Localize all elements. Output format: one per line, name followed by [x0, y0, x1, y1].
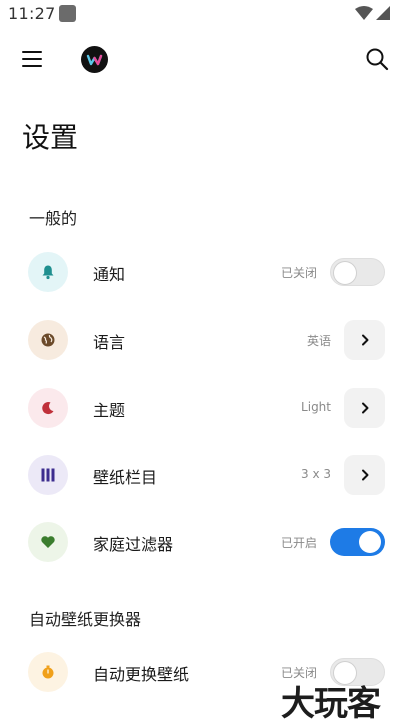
setting-row-language[interactable]: 语言 英语 [0, 312, 405, 368]
menu-button[interactable] [20, 48, 44, 70]
theme-value: Light [301, 400, 331, 414]
search-icon [366, 48, 389, 71]
watermark-logo: 大玩客 [281, 684, 381, 720]
notification-app-icon [59, 5, 76, 22]
auto-change-label: 自动更换壁纸 [93, 665, 190, 684]
moon-icon [28, 388, 68, 428]
chevron-right-icon [361, 334, 368, 346]
globe-icon [28, 320, 68, 360]
theme-label: 主题 [93, 401, 126, 420]
status-bar: 11:27 [0, 0, 405, 28]
columns-icon [28, 455, 68, 495]
setting-row-notifications[interactable]: 通知 已关闭 [0, 244, 405, 300]
signal-icon [376, 6, 390, 20]
setting-row-wallpaper-columns[interactable]: 壁纸栏目 3 x 3 [0, 447, 405, 503]
wallpaper-columns-chevron-button[interactable] [344, 455, 385, 495]
wifi-icon [355, 6, 373, 20]
wallpaper-columns-label: 壁纸栏目 [93, 468, 158, 487]
wallpaper-columns-value: 3 x 3 [301, 467, 331, 481]
section-title-wallpaper-changer: 自动壁纸更换器 [29, 610, 142, 629]
setting-row-theme[interactable]: 主题 Light [0, 380, 405, 436]
family-filter-status: 已开启 [280, 536, 317, 550]
notifications-label: 通知 [93, 265, 126, 284]
family-filter-label: 家庭过滤器 [93, 535, 174, 554]
language-label: 语言 [93, 333, 126, 352]
language-value: 英语 [306, 334, 331, 348]
status-time: 11:27 [8, 4, 56, 23]
bell-icon [28, 252, 68, 292]
section-title-general: 一般的 [29, 209, 78, 228]
timer-icon [28, 652, 68, 692]
notifications-toggle[interactable] [330, 258, 385, 286]
search-button[interactable] [364, 46, 390, 72]
chevron-right-icon [361, 469, 368, 481]
heart-icon [28, 522, 68, 562]
page-title: 设置 [22, 121, 79, 154]
family-filter-toggle[interactable] [330, 528, 385, 556]
logo-icon [86, 54, 103, 66]
language-chevron-button[interactable] [344, 320, 385, 360]
chevron-right-icon [361, 402, 368, 414]
top-app-bar [0, 40, 405, 80]
setting-row-family-filter[interactable]: 家庭过滤器 已开启 [0, 514, 405, 570]
app-logo [81, 46, 108, 73]
theme-chevron-button[interactable] [344, 388, 385, 428]
notifications-status: 已关闭 [280, 266, 317, 280]
